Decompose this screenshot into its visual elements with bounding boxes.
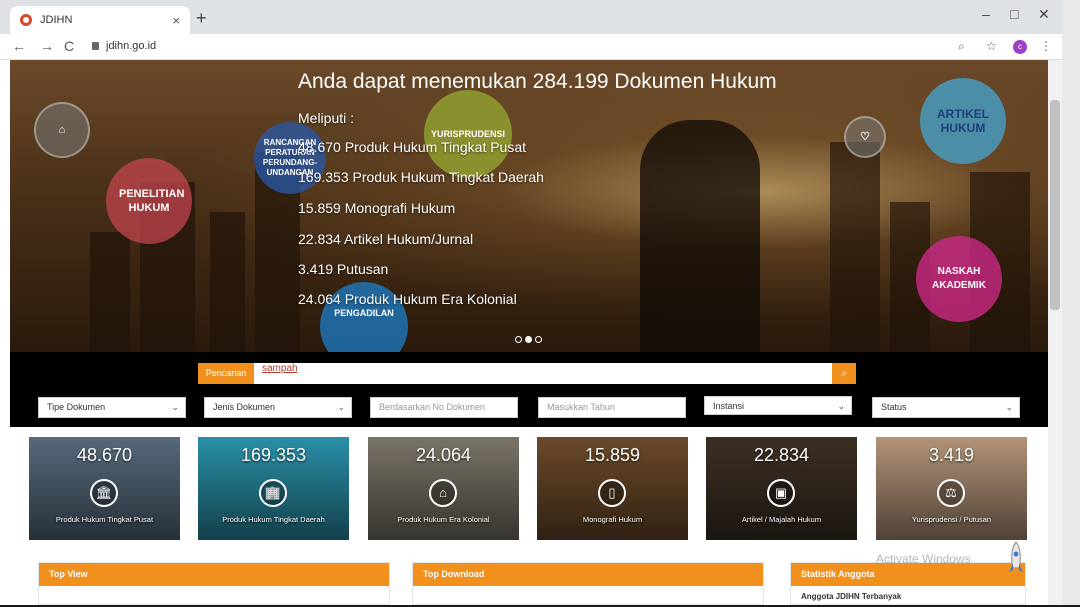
browser-window: JDIHN × + – □ ✕ ← → C jdihn.go.id ⌕ ☆ c … — [0, 0, 1080, 605]
card-label: Yurisprudensi / Putusan — [911, 515, 992, 524]
circle-yurisprudensi: YURISPRUDENSI — [424, 90, 512, 178]
category-card[interactable]: 15.859 ▯ Monografi Hukum — [537, 437, 688, 540]
card-label: Produk Hukum Tingkat Pusat — [55, 515, 154, 524]
hero-stat-line: 15.859 Monografi Hukum — [298, 200, 456, 216]
house-circle-icon: ⌂ — [34, 102, 90, 158]
site-favicon-icon — [20, 14, 32, 26]
bookmark-star-icon[interactable]: ☆ — [986, 39, 997, 53]
card-label: Produk Hukum Tingkat Daerah — [222, 515, 325, 524]
justice-icon: ⚖ — [937, 479, 965, 507]
top-download-panel: Top Download — [412, 562, 764, 605]
filter-jenis-dokumen[interactable]: Jenis Dokumen ⌄ — [204, 397, 352, 418]
search-button[interactable]: ⌕ — [832, 363, 856, 384]
filter-status[interactable]: Status ⌄ — [872, 397, 1020, 418]
search-input[interactable]: sampah — [254, 363, 832, 384]
new-tab-button[interactable]: + — [196, 8, 207, 29]
panel-heading: Top View — [39, 563, 389, 586]
skyline-shape — [210, 212, 245, 352]
address-toolbar: ← → C jdihn.go.id ⌕ ☆ c ⋮ — [0, 34, 1062, 60]
figure-silhouette — [640, 120, 760, 352]
circle-penelitian: PENELITIAN HUKUM — [106, 158, 192, 244]
card-count: 24.064 — [415, 445, 472, 465]
card-count: 169.353 — [240, 445, 307, 465]
carousel-dot[interactable] — [535, 336, 542, 343]
reload-icon[interactable]: C — [64, 38, 74, 54]
carousel-dot[interactable] — [515, 336, 522, 343]
hero-subtitle: Meliputi : — [298, 110, 355, 126]
menu-icon[interactable]: ⋮ — [1040, 39, 1052, 53]
chevron-down-icon: ⌄ — [171, 402, 179, 412]
hero-stat-line: 3.419 Putusan — [298, 261, 389, 277]
carousel-dot-active[interactable] — [525, 336, 532, 343]
hero-stat-line: 22.834 Artikel Hukum/Jurnal — [298, 231, 474, 247]
scrollbar-thumb[interactable] — [1050, 100, 1060, 310]
document-icon: ▣ — [767, 479, 795, 507]
lock-icon — [92, 42, 99, 50]
chevron-down-icon: ⌄ — [1005, 402, 1013, 412]
hero-banner: ⌂ PENELITIAN HUKUM RANCANGAN PERATURAN P… — [10, 60, 1048, 352]
statistik-row: Anggota JDIHN Terbanyak — [801, 592, 902, 601]
card-label: Produk Hukum Era Kolonial — [397, 515, 490, 524]
windows-watermark: Activate Windows — [876, 552, 971, 566]
category-card[interactable]: 48.670 🏛 Produk Hukum Tingkat Pusat — [29, 437, 180, 540]
heart-circle-icon: ♡ — [844, 116, 886, 158]
browser-tab[interactable]: JDIHN × — [10, 6, 190, 34]
panel-heading: Statistik Anggota — [791, 563, 1025, 586]
hero-stat-line: 24.064 Produk Hukum Era Kolonial — [298, 291, 517, 307]
page-scrollbar[interactable] — [1048, 60, 1062, 605]
hero-stat-line: 169.353 Produk Hukum Tingkat Daerah — [298, 169, 544, 185]
tab-strip: JDIHN × + – □ ✕ — [0, 0, 1062, 34]
statistik-panel: Statistik Anggota Anggota JDIHN Terbanya… — [790, 562, 1026, 605]
panel-heading: Top Download — [413, 563, 763, 586]
card-label: Artikel / Majalah Hukum — [741, 515, 822, 524]
profile-avatar[interactable]: c — [1013, 40, 1027, 54]
category-card[interactable]: 22.834 ▣ Artikel / Majalah Hukum — [706, 437, 857, 540]
category-card[interactable]: 169.353 🏢 Produk Hukum Tingkat Daerah — [198, 437, 349, 540]
card-count: 15.859 — [584, 445, 641, 465]
office-icon: 🏢 — [259, 479, 287, 507]
card-count: 48.670 — [76, 445, 133, 465]
hero-stat-line: 48.670 Produk Hukum Tingkat Pusat — [298, 139, 527, 155]
skyline-shape — [830, 142, 880, 352]
filter-no-dokumen-input[interactable]: Berdasarkan No Dokumen — [370, 397, 518, 418]
filter-instansi[interactable]: Instansi ⌄ — [704, 396, 852, 415]
rocket-icon[interactable] — [1006, 540, 1026, 580]
top-view-panel: Top View — [38, 562, 390, 605]
museum-icon: ⌂ — [429, 479, 457, 507]
search-icon: ⌕ — [841, 368, 847, 379]
tab-close-icon[interactable]: × — [172, 13, 180, 28]
circle-artikel: ARTIKEL HUKUM — [920, 78, 1006, 164]
search-label: Pencarian — [198, 363, 254, 384]
chevron-down-icon: ⌄ — [837, 401, 845, 411]
circle-naskah: NASKAH AKADEMIK — [916, 236, 1002, 322]
card-label: Monografi Hukum — [582, 515, 643, 524]
maximize-button[interactable]: □ — [1010, 6, 1018, 22]
carousel-dots — [515, 336, 542, 343]
category-card[interactable]: 24.064 ⌂ Produk Hukum Era Kolonial — [368, 437, 519, 540]
outer-window-edge — [1062, 0, 1080, 605]
building-icon: 🏛 — [90, 479, 118, 507]
address-bar[interactable]: jdihn.go.id — [106, 40, 156, 52]
card-count: 3.419 — [928, 445, 975, 465]
chevron-down-icon: ⌄ — [337, 402, 345, 412]
minimize-button[interactable]: – — [982, 6, 990, 22]
category-card[interactable]: 3.419 ⚖ Yurisprudensi / Putusan — [876, 437, 1027, 540]
tab-title: JDIHN — [40, 14, 73, 26]
filter-tahun-input[interactable]: Masukkan Tahun — [538, 397, 686, 418]
zoom-icon[interactable]: ⌕ — [958, 39, 965, 54]
filter-tipe-dokumen[interactable]: Tipe Dokumen ⌄ — [38, 397, 186, 418]
hero-title: Anda dapat menemukan 284.199 Dokumen Huk… — [298, 70, 777, 93]
close-window-button[interactable]: ✕ — [1038, 6, 1050, 23]
skyline-shape — [90, 232, 130, 352]
back-icon[interactable]: ← — [12, 38, 26, 54]
forward-icon[interactable]: → — [40, 38, 54, 54]
card-count: 22.834 — [753, 445, 810, 465]
book-icon: ▯ — [598, 479, 626, 507]
